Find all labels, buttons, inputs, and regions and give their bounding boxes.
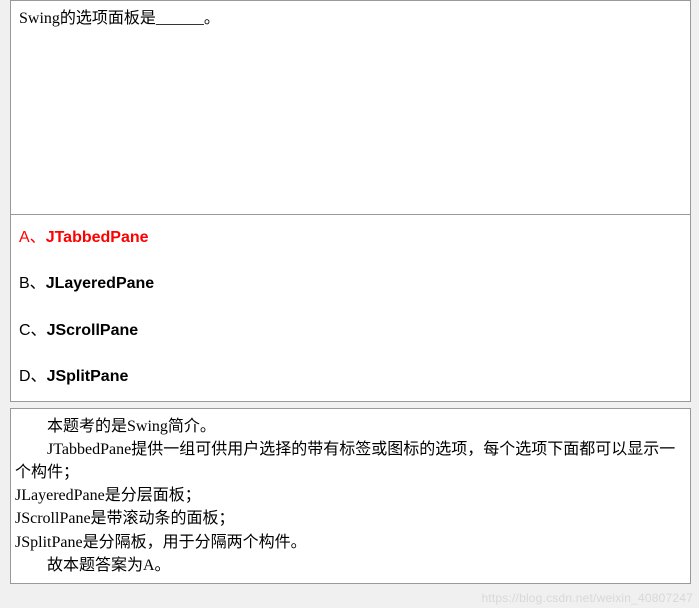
option-b: B、JLayeredPane	[19, 273, 682, 295]
explanation-line-2: JTabbedPane提供一组可供用户选择的带有标签或图标的选项，每个选项下面都…	[15, 438, 686, 484]
option-d: D、JSplitPane	[19, 366, 682, 388]
question-panel: Swing的选项面板是______。	[10, 0, 691, 215]
option-a-label: A、	[19, 229, 46, 246]
option-c: C、JScrollPane	[19, 320, 682, 342]
explanation-line-4: JScrollPane是带滚动条的面板；	[15, 507, 686, 530]
option-d-label: D、	[19, 368, 47, 385]
option-c-value: JScrollPane	[47, 322, 139, 339]
watermark-text: https://blog.csdn.net/weixin_40807247	[481, 591, 693, 605]
explanation-line-3: JLayeredPane是分层面板；	[15, 484, 686, 507]
explanation-line-1: 本题考的是Swing简介。	[15, 415, 686, 438]
explanation-line-5: JSplitPane是分隔板，用于分隔两个构件。	[15, 531, 686, 554]
option-a-value: JTabbedPane	[46, 229, 149, 246]
option-b-label: B、	[19, 275, 46, 292]
option-c-label: C、	[19, 322, 47, 339]
option-a: A、JTabbedPane	[19, 227, 682, 249]
question-text: Swing的选项面板是______。	[19, 10, 220, 27]
options-panel: A、JTabbedPane B、JLayeredPane C、JScrollPa…	[10, 215, 691, 402]
option-b-value: JLayeredPane	[46, 275, 155, 292]
explanation-line-6: 故本题答案为A。	[15, 554, 686, 577]
explanation-panel: 本题考的是Swing简介。 JTabbedPane提供一组可供用户选择的带有标签…	[10, 408, 691, 584]
option-d-value: JSplitPane	[47, 368, 129, 385]
